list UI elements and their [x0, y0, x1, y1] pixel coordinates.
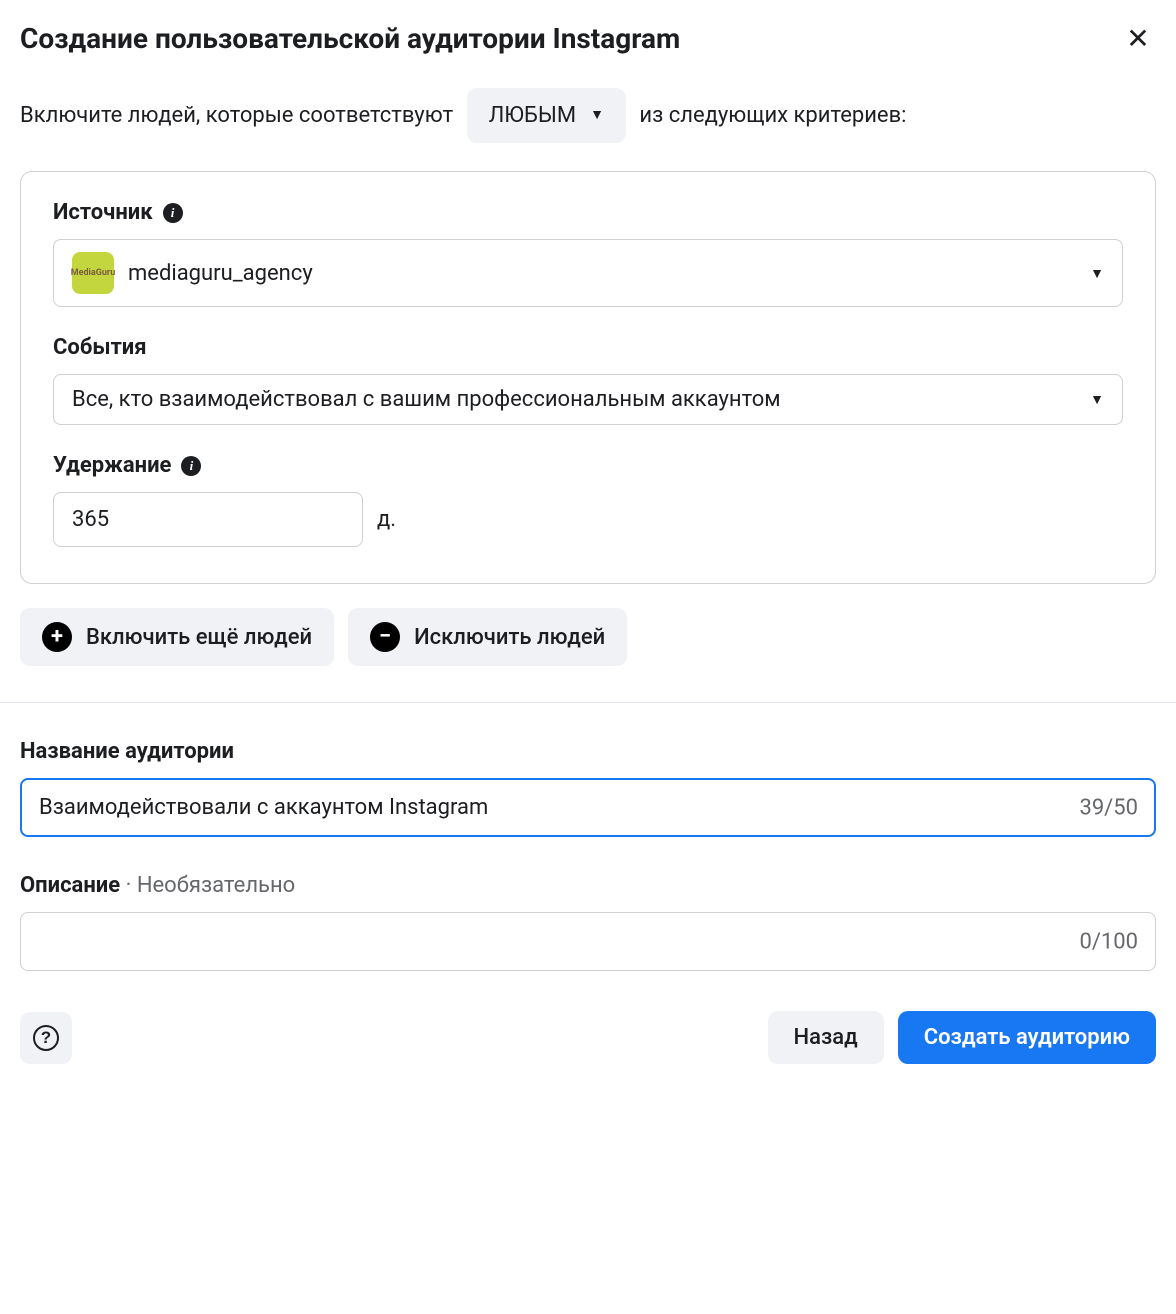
help-icon: ?	[33, 1025, 59, 1051]
events-label: События	[53, 335, 1123, 360]
description-counter: 0/100	[1079, 929, 1138, 954]
source-avatar: MediaGuru	[72, 252, 114, 294]
audience-name-wrapper: 39/50	[20, 778, 1156, 837]
caret-down-icon: ▼	[590, 104, 604, 126]
criteria-sentence: Включите людей, которые соответствуют ЛЮ…	[20, 88, 1156, 143]
events-select[interactable]: Все, кто взаимодействовал с вашим профес…	[53, 374, 1123, 425]
source-label: Источник i	[53, 200, 1123, 225]
info-icon[interactable]: i	[181, 456, 201, 476]
caret-down-icon: ▼	[1090, 391, 1104, 408]
description-label: Описание · Необязательно	[20, 873, 1156, 898]
match-type-dropdown[interactable]: ЛЮБЫМ ▼	[467, 88, 626, 143]
action-buttons-row: + Включить ещё людей − Исключить людей	[20, 608, 1156, 666]
info-icon[interactable]: i	[163, 203, 183, 223]
source-field: Источник i MediaGuru mediaguru_agency ▼	[53, 200, 1123, 307]
divider	[0, 702, 1176, 703]
audience-name-label: Название аудитории	[20, 739, 1156, 764]
include-more-button[interactable]: + Включить ещё людей	[20, 608, 334, 666]
criteria-box: Источник i MediaGuru mediaguru_agency ▼ …	[20, 171, 1156, 584]
criteria-text-before: Включите людей, которые соответствуют	[20, 103, 453, 128]
dialog-title: Создание пользовательской аудитории Inst…	[20, 22, 680, 55]
exclude-button[interactable]: − Исключить людей	[348, 608, 627, 666]
minus-icon: −	[370, 622, 400, 652]
retention-input[interactable]	[53, 492, 363, 547]
source-value: mediaguru_agency	[128, 261, 313, 286]
create-audience-button[interactable]: Создать аудиторию	[898, 1011, 1156, 1064]
retention-field: Удержание i д.	[53, 453, 1123, 547]
description-wrapper: 0/100	[20, 912, 1156, 971]
back-button[interactable]: Назад	[768, 1011, 884, 1064]
close-button[interactable]: ✕	[1120, 20, 1156, 56]
dialog-footer: ? Назад Создать аудиторию	[20, 1011, 1156, 1064]
match-type-value: ЛЮБЫМ	[489, 98, 576, 133]
caret-down-icon: ▼	[1090, 265, 1104, 282]
criteria-text-after: из следующих критериев:	[639, 103, 906, 128]
plus-icon: +	[42, 622, 72, 652]
retention-label: Удержание i	[53, 453, 1123, 478]
close-icon: ✕	[1126, 22, 1149, 55]
audience-name-counter: 39/50	[1079, 795, 1138, 820]
dialog-header: Создание пользовательской аудитории Inst…	[20, 20, 1156, 56]
description-input[interactable]	[20, 912, 1156, 971]
retention-unit: д.	[377, 507, 396, 532]
events-field: События Все, кто взаимодействовал с ваши…	[53, 335, 1123, 425]
events-value: Все, кто взаимодействовал с вашим профес…	[72, 387, 781, 412]
help-button[interactable]: ?	[20, 1012, 72, 1064]
source-select[interactable]: MediaGuru mediaguru_agency ▼	[53, 239, 1123, 307]
audience-name-input[interactable]	[20, 778, 1156, 837]
